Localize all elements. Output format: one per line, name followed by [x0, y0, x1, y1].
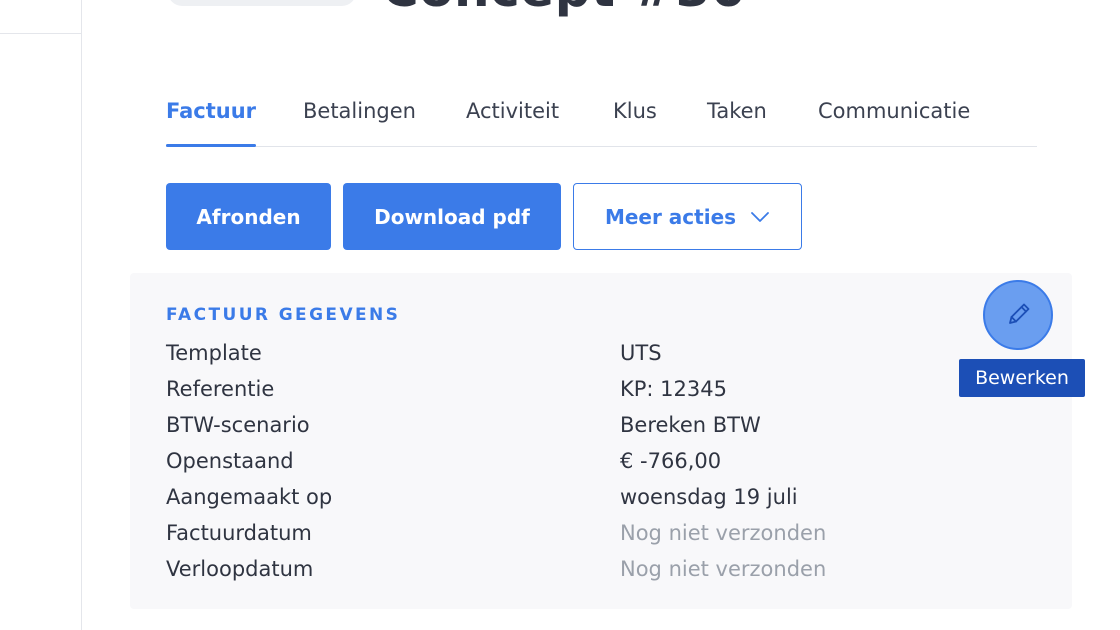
- sidebar: [0, 0, 82, 630]
- detail-label: Verloopdatum: [166, 557, 314, 581]
- tab-taken[interactable]: Taken: [707, 96, 767, 146]
- detail-row-due-date: Verloopdatum Nog niet verzonden: [166, 551, 926, 587]
- detail-value: € -766,00: [620, 449, 722, 473]
- finish-button-label: Afronden: [196, 204, 301, 229]
- chevron-down-icon: [750, 211, 770, 223]
- more-actions-button[interactable]: Meer acties: [573, 183, 802, 250]
- pencil-icon: [1001, 298, 1035, 332]
- detail-label: BTW-scenario: [166, 413, 310, 437]
- section-title: FACTUUR GEGEVENS: [166, 305, 401, 325]
- tab-betalingen[interactable]: Betalingen: [303, 96, 416, 146]
- detail-row-reference: Referentie KP: 12345: [166, 371, 926, 407]
- detail-value: Bereken BTW: [620, 413, 761, 437]
- tab-factuur[interactable]: Factuur: [166, 96, 257, 147]
- tab-bar: Factuur Betalingen Activiteit Klus Taken…: [166, 96, 1037, 147]
- download-pdf-button[interactable]: Download pdf: [343, 183, 561, 250]
- detail-label: Aangemaakt op: [166, 485, 333, 509]
- more-actions-label: Meer acties: [604, 204, 737, 229]
- tab-communicatie[interactable]: Communicatie: [818, 96, 970, 146]
- detail-row-template: Template UTS: [166, 335, 926, 371]
- edit-tooltip: Bewerken: [959, 359, 1085, 397]
- detail-value: woensdag 19 juli: [620, 485, 798, 509]
- edit-button[interactable]: [983, 280, 1053, 350]
- detail-label: Template: [166, 341, 262, 365]
- detail-label: Openstaand: [166, 449, 294, 473]
- detail-row-vat-scenario: BTW-scenario Bereken BTW: [166, 407, 926, 443]
- detail-value: Nog niet verzonden: [620, 521, 827, 545]
- detail-row-outstanding: Openstaand € -766,00: [166, 443, 926, 479]
- detail-row-invoice-date: Factuurdatum Nog niet verzonden: [166, 515, 926, 551]
- page-title: Concept #30: [382, 0, 746, 18]
- tab-klus[interactable]: Klus: [613, 96, 657, 146]
- status-badge: [168, 0, 356, 6]
- invoice-details-panel: FACTUUR GEGEVENS Template UTS Referentie…: [130, 273, 1072, 609]
- detail-label: Factuurdatum: [166, 521, 312, 545]
- detail-label: Referentie: [166, 377, 275, 401]
- tab-activiteit[interactable]: Activiteit: [466, 96, 559, 146]
- detail-row-created: Aangemaakt op woensdag 19 juli: [166, 479, 926, 515]
- detail-value: KP: 12345: [620, 377, 727, 401]
- sidebar-divider: [0, 33, 81, 34]
- detail-value: Nog niet verzonden: [620, 557, 827, 581]
- finish-button[interactable]: Afronden: [166, 183, 331, 250]
- detail-value: UTS: [620, 341, 662, 365]
- download-pdf-button-label: Download pdf: [374, 204, 530, 229]
